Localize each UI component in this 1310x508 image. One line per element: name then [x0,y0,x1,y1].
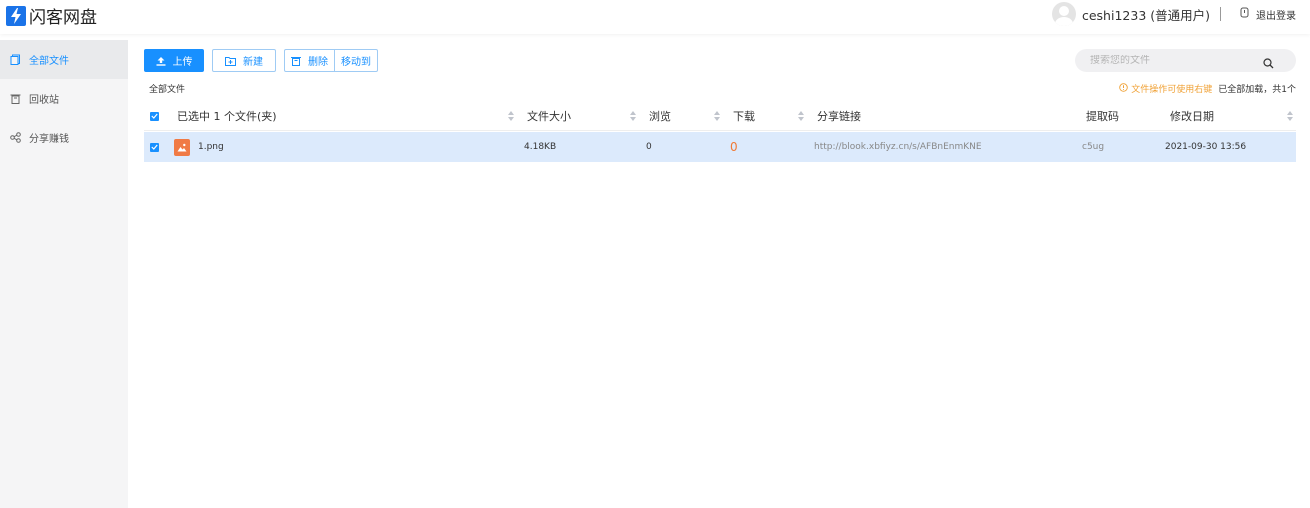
app-title: 闪客网盘 [29,8,97,28]
trash-icon [10,93,21,104]
extraction-code: c5ug [1082,142,1105,152]
column-header-downloads[interactable]: 下载 [733,101,755,131]
search-icon[interactable] [1263,54,1274,73]
username[interactable]: ceshi1233 (普通用户) [1082,5,1210,24]
sort-icon[interactable] [630,111,636,121]
checkbox-checked-icon [150,111,159,121]
checkbox-checked-icon [150,142,159,152]
table-row[interactable]: 1.png 4.18KB 0 0 http://blook.xbfiyz.cn/… [144,132,1296,162]
delete-button[interactable]: 删除 [284,49,335,72]
row-checkbox[interactable] [150,132,159,162]
sort-icon[interactable] [1287,111,1293,121]
toolbar: 上传 新建 删除 移动到 [144,49,378,72]
search-input[interactable] [1090,55,1260,66]
file-name[interactable]: 1.png [198,142,224,152]
download-count: 0 [730,140,738,154]
table-header: 已选中 1 个文件(夹) 文件大小 浏览 下载 分享链接 提取码 修改日期 [144,101,1296,131]
share-link[interactable]: http://blook.xbfiyz.cn/s/AFBnEnmKNE [814,132,982,162]
move-to-button[interactable]: 移动到 [335,49,378,72]
column-header-size[interactable]: 文件大小 [527,101,571,131]
upload-button[interactable]: 上传 [144,49,204,72]
sort-icon[interactable] [714,111,720,121]
operation-hint-text: 文件操作可使用右键 [1131,85,1213,95]
sort-icon[interactable] [798,111,804,121]
top-header: 闪客网盘 ceshi1233 (普通用户) 退出登录 [0,0,1310,34]
load-status: 已全部加载，共1个 [1218,85,1296,95]
delete-label: 删除 [308,57,328,68]
lightning-icon [6,5,26,26]
upload-icon [156,56,166,66]
sidebar: 全部文件 回收站 分享赚钱 [0,40,128,508]
move-label: 移动到 [341,57,371,68]
new-label: 新建 [243,57,263,68]
search-box [1075,49,1296,72]
divider [1220,7,1221,21]
action-button-group: 删除 移动到 [284,49,378,72]
power-icon [1239,7,1250,21]
status-tip: 文件操作可使用右键 已全部加载，共1个 [1119,82,1296,95]
file-name-cell[interactable]: 1.png [174,132,224,162]
trash-icon [291,56,301,66]
modified-date: 2021-09-30 13:56 [1165,142,1247,152]
new-folder-button[interactable]: 新建 [212,49,276,72]
sidebar-item-label: 分享赚钱 [29,134,69,145]
breadcrumb[interactable]: 全部文件 [149,82,185,95]
sort-icon[interactable] [508,111,514,121]
column-header-code: 提取码 [1086,110,1119,123]
image-file-icon [174,138,190,156]
app-logo[interactable]: 闪客网盘 [6,3,97,28]
operation-hint: 文件操作可使用右键 [1119,82,1212,95]
file-size: 4.18KB [524,142,557,152]
column-header-name[interactable]: 已选中 1 个文件(夹) [177,101,277,131]
sidebar-item-label: 回收站 [29,95,59,106]
sidebar-item-recycle-bin[interactable]: 回收站 [0,79,128,118]
upload-label: 上传 [172,57,193,68]
files-icon [10,54,21,65]
column-header-share-link: 分享链接 [817,110,861,123]
view-count: 0 [646,142,652,152]
sidebar-item-all-files[interactable]: 全部文件 [0,40,128,79]
select-all-checkbox[interactable] [150,101,159,131]
column-header-views[interactable]: 浏览 [649,101,671,131]
logout-button[interactable]: 退出登录 [1239,7,1296,22]
info-icon [1119,82,1128,95]
logout-label: 退出登录 [1256,10,1296,22]
user-area: ceshi1233 (普通用户) 退出登录 [1051,2,1296,26]
new-folder-icon [225,56,236,66]
share-icon [10,132,21,143]
sidebar-item-share-earn[interactable]: 分享赚钱 [0,118,128,157]
sidebar-item-label: 全部文件 [29,56,69,67]
column-header-modified[interactable]: 修改日期 [1170,101,1214,131]
avatar[interactable] [1051,2,1076,26]
